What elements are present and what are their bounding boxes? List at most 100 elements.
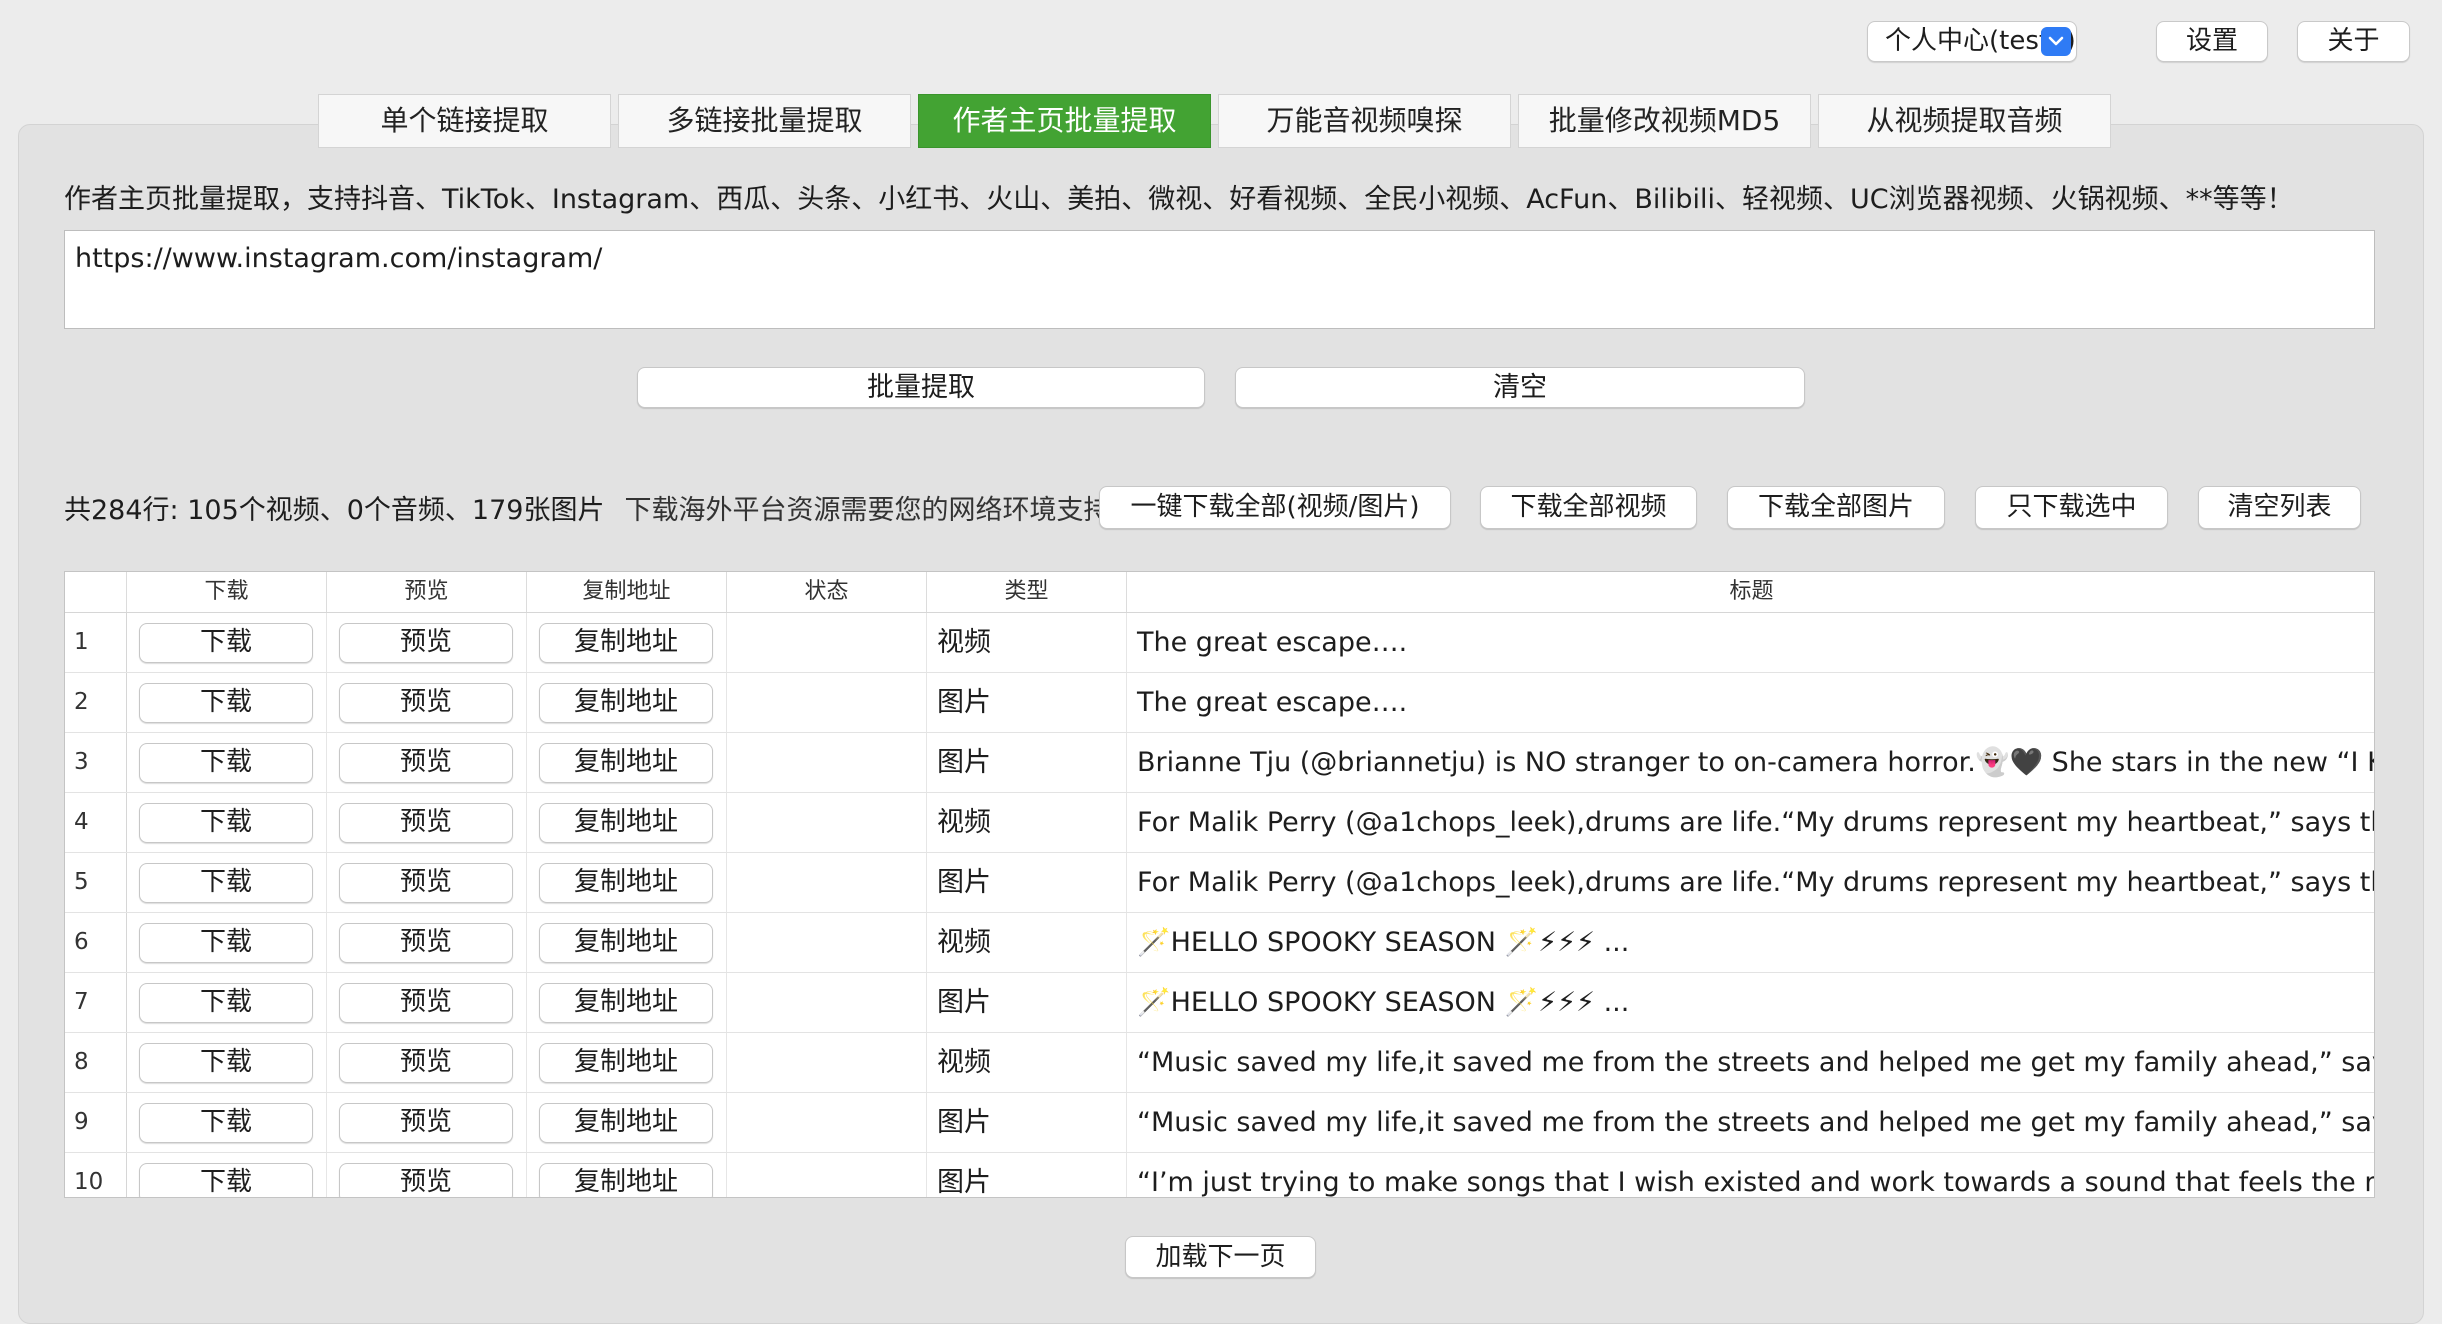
header-preview[interactable]: 预览 (327, 572, 527, 612)
row-copy-url-button[interactable]: 复制地址 (539, 923, 713, 963)
row-download-button[interactable]: 下载 (139, 863, 313, 903)
clear-button[interactable]: 清空 (1235, 367, 1805, 408)
row-copy-url-button[interactable]: 复制地址 (539, 1163, 713, 1197)
preview-cell: 预览 (327, 613, 527, 672)
row-number: 5 (65, 853, 127, 912)
row-type: 图片 (927, 1093, 1127, 1152)
row-preview-button[interactable]: 预览 (339, 743, 513, 783)
header-type[interactable]: 类型 (927, 572, 1127, 612)
row-copy-url-button[interactable]: 复制地址 (539, 1103, 713, 1143)
row-preview-button[interactable]: 预览 (339, 1163, 513, 1197)
preview-cell: 预览 (327, 673, 527, 732)
table-row[interactable]: 4 下载 预览 复制地址 视频 For Malik Perry (@a1chops_lee… (65, 793, 2374, 853)
row-status (727, 613, 927, 672)
table-row[interactable]: 9 下载 预览 复制地址 图片 “Music saved my life,it saved… (65, 1093, 2374, 1153)
table-row[interactable]: 6 下载 预览 复制地址 视频 🪄HELLO SPOOKY SEASON 🪄⚡⚡⚡ ... (65, 913, 2374, 973)
row-type: 图片 (927, 1153, 1127, 1197)
preview-cell: 预览 (327, 793, 527, 852)
row-download-button[interactable]: 下载 (139, 803, 313, 843)
row-preview-button[interactable]: 预览 (339, 863, 513, 903)
row-status (727, 973, 927, 1032)
download-all-button[interactable]: 一键下载全部(视频/图片) (1099, 486, 1451, 529)
header-title[interactable]: 标题 (1127, 572, 2374, 612)
load-next-page-button[interactable]: 加载下一页 (1125, 1236, 1316, 1278)
row-preview-button[interactable]: 预览 (339, 1103, 513, 1143)
download-all-images-button[interactable]: 下载全部图片 (1727, 486, 1945, 529)
row-preview-button[interactable]: 预览 (339, 803, 513, 843)
table-row[interactable]: 7 下载 预览 复制地址 图片 🪄HELLO SPOOKY SEASON 🪄⚡⚡⚡ ... (65, 973, 2374, 1033)
row-download-button[interactable]: 下载 (139, 1163, 313, 1197)
copy-cell: 复制地址 (527, 1153, 727, 1197)
row-type: 图片 (927, 853, 1127, 912)
row-download-button[interactable]: 下载 (139, 923, 313, 963)
about-button[interactable]: 关于 (2297, 21, 2410, 62)
table-row[interactable]: 8 下载 预览 复制地址 视频 “Music saved my life,it saved… (65, 1033, 2374, 1093)
clear-list-button[interactable]: 清空列表 (2198, 486, 2361, 529)
row-number: 6 (65, 913, 127, 972)
row-status (727, 1093, 927, 1152)
header-status[interactable]: 状态 (727, 572, 927, 612)
copy-cell: 复制地址 (527, 1093, 727, 1152)
row-preview-button[interactable]: 预览 (339, 1043, 513, 1083)
results-table[interactable]: 下载 预览 复制地址 状态 类型 标题 1 下载 预览 复制地址 视频 The great… (64, 571, 2375, 1198)
row-preview-button[interactable]: 预览 (339, 983, 513, 1023)
row-preview-button[interactable]: 预览 (339, 923, 513, 963)
header-rownum (65, 572, 127, 612)
row-title: 🪄HELLO SPOOKY SEASON 🪄⚡⚡⚡ ... (1137, 927, 1630, 958)
table-row[interactable]: 2 下载 预览 复制地址 图片 The great escape…. (65, 673, 2374, 733)
preview-cell: 预览 (327, 1093, 527, 1152)
row-preview-button[interactable]: 预览 (339, 683, 513, 723)
row-download-button[interactable]: 下载 (139, 743, 313, 783)
table-body: 1 下载 预览 复制地址 视频 The great escape…. 2 下载 预览 复制地址 图片… (65, 613, 2374, 1197)
table-row[interactable]: 3 下载 预览 复制地址 图片 Brianne Tju (@briannetju) is … (65, 733, 2374, 793)
table-row[interactable]: 5 下载 预览 复制地址 图片 For Malik Perry (@a1chops_lee… (65, 853, 2374, 913)
download-cell: 下载 (127, 1093, 327, 1152)
download-cell: 下载 (127, 613, 327, 672)
download-selected-button[interactable]: 只下载选中 (1975, 486, 2168, 529)
row-type: 视频 (927, 793, 1127, 852)
user-center-dropdown[interactable]: 个人中心(test1) (1867, 21, 2077, 62)
row-download-button[interactable]: 下载 (139, 1043, 313, 1083)
row-number: 1 (65, 613, 127, 672)
row-download-button[interactable]: 下载 (139, 983, 313, 1023)
row-download-button[interactable]: 下载 (139, 623, 313, 663)
download-cell: 下载 (127, 1033, 327, 1092)
row-number: 4 (65, 793, 127, 852)
row-copy-url-button[interactable]: 复制地址 (539, 623, 713, 663)
header-copy-url[interactable]: 复制地址 (527, 572, 727, 612)
download-cell: 下载 (127, 733, 327, 792)
preview-cell: 预览 (327, 853, 527, 912)
row-copy-url-button[interactable]: 复制地址 (539, 683, 713, 723)
preview-cell: 预览 (327, 1033, 527, 1092)
table-header: 下载 预览 复制地址 状态 类型 标题 (65, 572, 2374, 613)
tab-single-link[interactable]: 单个链接提取 (318, 94, 611, 148)
row-number: 3 (65, 733, 127, 792)
tab-extract-audio[interactable]: 从视频提取音频 (1818, 94, 2111, 148)
row-title: “Music saved my life,it saved me from th… (1137, 1047, 2374, 1078)
row-copy-url-button[interactable]: 复制地址 (539, 983, 713, 1023)
row-status (727, 1033, 927, 1092)
tab-media-sniffer[interactable]: 万能音视频嗅探 (1218, 94, 1511, 148)
batch-extract-button[interactable]: 批量提取 (637, 367, 1205, 408)
tab-batch-md5[interactable]: 批量修改视频MD5 (1518, 94, 1811, 148)
row-copy-url-button[interactable]: 复制地址 (539, 743, 713, 783)
row-copy-url-button[interactable]: 复制地址 (539, 1043, 713, 1083)
row-download-button[interactable]: 下载 (139, 683, 313, 723)
row-title: Brianne Tju (@briannetju) is NO stranger… (1137, 747, 2375, 778)
header-download[interactable]: 下载 (127, 572, 327, 612)
table-row[interactable]: 10 下载 预览 复制地址 图片 “I’m just trying to make son… (65, 1153, 2374, 1197)
row-download-button[interactable]: 下载 (139, 1103, 313, 1143)
copy-cell: 复制地址 (527, 673, 727, 732)
tab-author-homepage-batch[interactable]: 作者主页批量提取 (918, 94, 1211, 148)
copy-cell: 复制地址 (527, 1033, 727, 1092)
settings-button[interactable]: 设置 (2156, 21, 2268, 62)
tab-multi-link-batch[interactable]: 多链接批量提取 (618, 94, 911, 148)
download-all-videos-button[interactable]: 下载全部视频 (1480, 486, 1697, 529)
table-row[interactable]: 1 下载 预览 复制地址 视频 The great escape…. (65, 613, 2374, 673)
row-number: 10 (65, 1153, 127, 1197)
url-input[interactable]: https://www.instagram.com/instagram/ (64, 230, 2375, 329)
row-copy-url-button[interactable]: 复制地址 (539, 803, 713, 843)
row-preview-button[interactable]: 预览 (339, 623, 513, 663)
row-copy-url-button[interactable]: 复制地址 (539, 863, 713, 903)
copy-cell: 复制地址 (527, 853, 727, 912)
